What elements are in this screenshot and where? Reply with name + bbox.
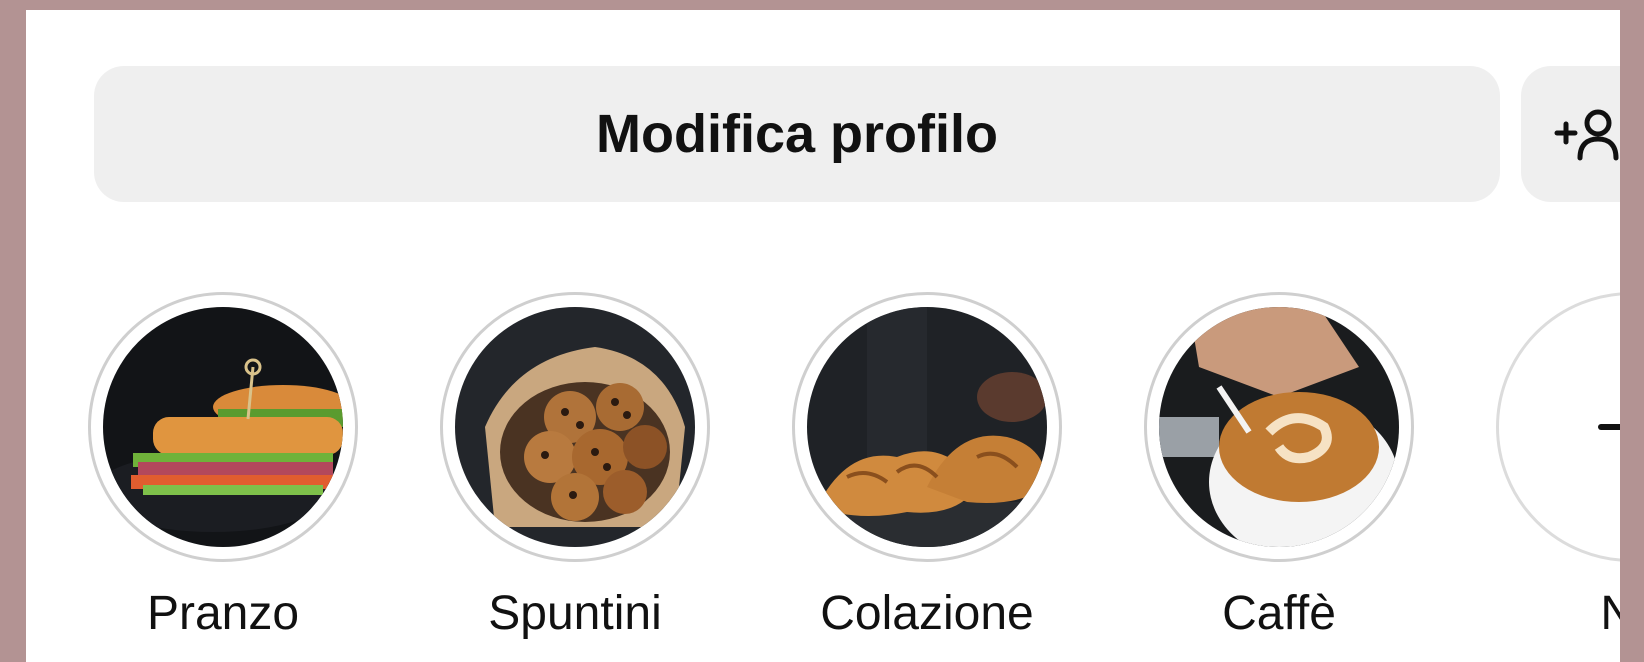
plus-icon [1598,424,1620,430]
highlight-caffe[interactable]: Caffè [1144,292,1414,641]
highlight-ring [440,292,710,562]
edit-profile-button[interactable]: Modifica profilo [94,66,1500,202]
highlight-label: Nu [1600,587,1620,640]
highlight-colazione[interactable]: Colazione [792,292,1062,641]
coffee-image [1159,307,1399,547]
highlight-ring [1144,292,1414,562]
highlight-new[interactable]: Nu [1496,292,1620,641]
highlight-label: Pranzo [146,587,300,640]
highlight-spuntini[interactable]: Spuntini [440,292,710,641]
highlight-label: Spuntini [488,587,662,640]
highlight-label: Colazione [820,587,1034,640]
highlight-pranzo[interactable]: Pranzo [88,292,358,641]
highlight-ring [1496,292,1620,562]
discover-people-button[interactable] [1521,66,1620,202]
cookies-image [455,307,695,547]
edit-profile-label: Modifica profilo [596,104,998,164]
highlight-ring [792,292,1062,562]
highlight-ring [88,292,358,562]
croissants-image [807,307,1047,547]
profile-panel: Modifica profilo Pranzo Spuntini Colazio… [26,10,1620,662]
highlight-label: Caffè [1222,587,1336,640]
sandwich-image [103,307,343,547]
add-person-icon [1553,106,1620,162]
